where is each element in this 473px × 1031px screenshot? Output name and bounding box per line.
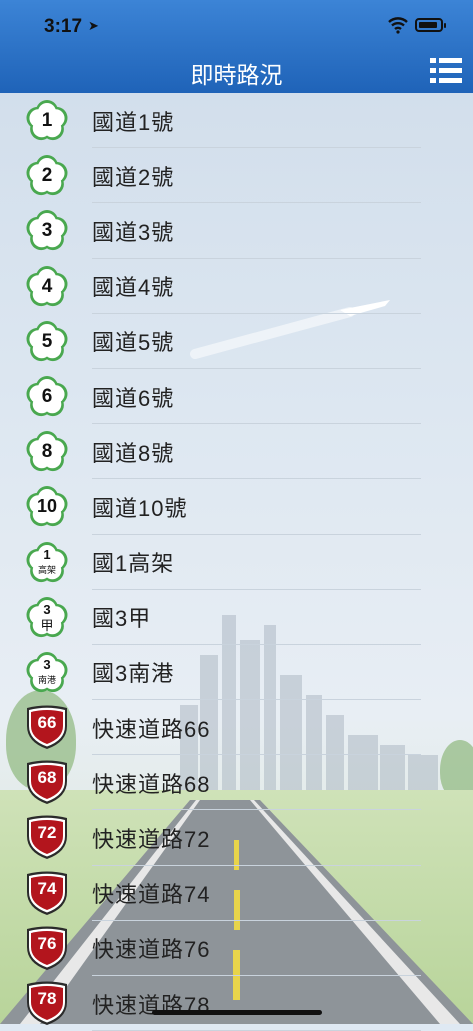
wifi-icon	[388, 17, 408, 34]
freeway-badge: 3	[24, 207, 70, 253]
expressway-badge: 72	[24, 814, 70, 860]
route-list: 1 國道1號 2 國道2號 3 國道3號 4 國道4號 5 國道5號 6 國道6號 8 國道8號 10 國道1…	[0, 93, 473, 1031]
page-title: 即時路況	[190, 62, 283, 88]
freeway-badge: 8	[24, 428, 70, 474]
route-label: 快速道路68	[92, 771, 211, 797]
badge-number: 1	[41, 110, 53, 131]
route-label: 快速道路66	[92, 716, 211, 742]
home-indicator	[152, 1010, 322, 1015]
freeway-badge: 10	[24, 483, 70, 529]
badge-number: 74	[37, 878, 57, 898]
badge-number: 1	[43, 546, 51, 562]
badge-number: 10	[36, 496, 58, 517]
route-list-item[interactable]: 6 國道6號	[0, 369, 473, 425]
route-label: 國道3號	[92, 219, 175, 245]
route-label: 國道2號	[92, 164, 175, 190]
freeway-badge: 3甲	[24, 594, 70, 640]
status-bar: 3:17 ➤	[0, 0, 473, 52]
route-list-item[interactable]: 2 國道2號	[0, 148, 473, 204]
route-list-item[interactable]: 1 高架 國1高架	[0, 535, 473, 590]
route-label: 國道8號	[92, 440, 175, 466]
route-list-item[interactable]: 68 快速道路68	[0, 755, 473, 811]
route-list-item[interactable]: 8 國道8號	[0, 424, 473, 480]
expressway-badge: 68	[24, 759, 70, 805]
route-list-item[interactable]: 74 快速道路74	[0, 866, 473, 922]
route-label: 國道6號	[92, 385, 175, 411]
expressway-badge: 76	[24, 925, 70, 971]
route-label: 快速道路72	[92, 827, 211, 853]
route-list-item[interactable]: 66 快速道路66	[0, 700, 473, 756]
expressway-badge: 74	[24, 870, 70, 916]
route-list-item[interactable]: 3 南港 國3南港	[0, 645, 473, 701]
status-time: 3:17	[44, 16, 83, 37]
route-list-item[interactable]: 3 甲國3甲	[0, 590, 473, 646]
freeway-badge: 6	[24, 373, 70, 419]
badge-number: 6	[41, 385, 53, 407]
route-label: 國道4號	[92, 275, 175, 301]
badge-number: 2	[41, 165, 53, 187]
route-label: 國1高架	[92, 551, 175, 577]
freeway-badge: 4	[24, 263, 70, 309]
expressway-badge: 78	[24, 980, 70, 1026]
battery-icon	[415, 18, 446, 32]
badge-subtext: 南港	[37, 674, 56, 685]
route-list-item[interactable]: 1 國道1號	[0, 93, 473, 149]
freeway-badge: 5	[24, 318, 70, 364]
route-label: 國道5號	[92, 330, 175, 356]
route-list-item[interactable]: 78 快速道路78	[0, 976, 473, 1031]
plum-flower-icon	[26, 541, 68, 582]
route-list-item[interactable]: 72 快速道路72	[0, 810, 473, 866]
badge-number: 5	[41, 330, 53, 352]
plum-flower-icon	[26, 651, 68, 692]
expressway-badge: 66	[24, 704, 70, 750]
route-list-item[interactable]: 4 國道4號	[0, 259, 473, 314]
badge-number: 8	[41, 441, 53, 463]
badge-number: 78	[37, 989, 57, 1008]
route-list-item[interactable]: 76 快速道路76	[0, 921, 473, 977]
badge-number: 4	[41, 275, 53, 297]
route-label: 快速道路74	[92, 882, 211, 908]
list-menu-icon[interactable]	[430, 58, 462, 84]
badge-number: 3	[41, 220, 53, 242]
route-label: 國道1號	[92, 109, 175, 135]
badge-subtext: 甲	[40, 617, 54, 633]
freeway-badge: 3 南港	[24, 649, 70, 695]
badge-number: 68	[37, 768, 57, 788]
badge-number: 76	[37, 933, 57, 953]
route-label: 國3南港	[92, 661, 175, 687]
badge-number: 3	[43, 656, 51, 672]
freeway-badge: 1	[24, 97, 70, 143]
freeway-badge: 2	[24, 152, 70, 198]
route-label: 快速道路76	[92, 937, 211, 963]
route-list-item[interactable]: 10 國道10號	[0, 479, 473, 535]
route-list-item[interactable]: 5 國道5號	[0, 314, 473, 370]
badge-subtext: 高架	[37, 564, 56, 575]
badge-number: 72	[37, 823, 57, 843]
freeway-badge: 1 高架	[24, 539, 70, 585]
route-label: 國3甲	[92, 606, 152, 632]
badge-number: 66	[37, 713, 57, 733]
location-arrow-icon: ➤	[88, 18, 99, 33]
route-list-item[interactable]: 3 國道3號	[0, 203, 473, 259]
route-label: 國道10號	[92, 495, 188, 521]
